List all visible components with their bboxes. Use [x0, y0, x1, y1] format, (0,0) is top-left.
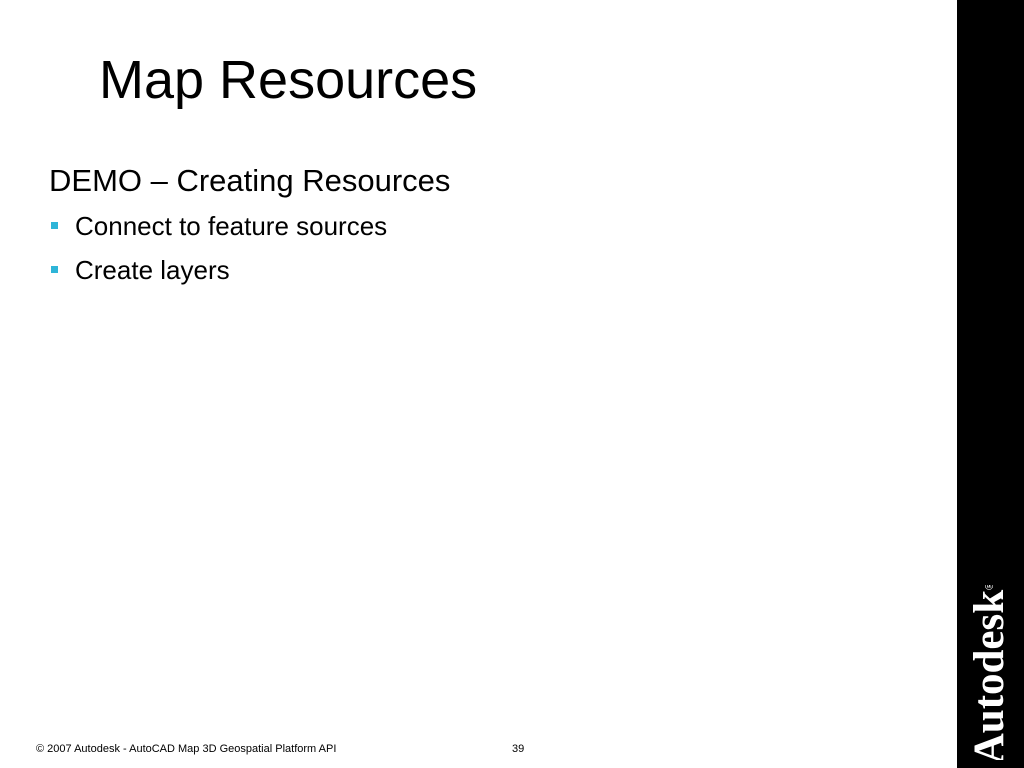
- footer-copyright: © 2007 Autodesk - AutoCAD Map 3D Geospat…: [36, 743, 337, 755]
- slide: Map Resources DEMO – Creating Resources …: [0, 0, 1024, 768]
- registered-mark: ®: [984, 585, 996, 590]
- bullet-text: Connect to feature sources: [75, 211, 388, 241]
- logo-wordmark: Autodesk: [966, 589, 1013, 760]
- bullet-list: Connect to feature sources Create layers: [49, 204, 929, 292]
- bullet-item: Connect to feature sources: [49, 204, 929, 248]
- bullet-item: Create layers: [49, 248, 929, 292]
- autodesk-logo: Autodesk®: [957, 585, 1024, 760]
- slide-title: Map Resources: [99, 50, 478, 110]
- square-bullet-icon: [51, 266, 58, 273]
- square-bullet-icon: [51, 222, 58, 229]
- page-number: 39: [512, 743, 525, 755]
- logo-text: Autodesk®: [966, 585, 1014, 760]
- bullet-text: Create layers: [75, 255, 230, 285]
- section-heading: DEMO – Creating Resources: [49, 163, 451, 198]
- slide-content: DEMO – Creating Resources Connect to fea…: [49, 160, 929, 292]
